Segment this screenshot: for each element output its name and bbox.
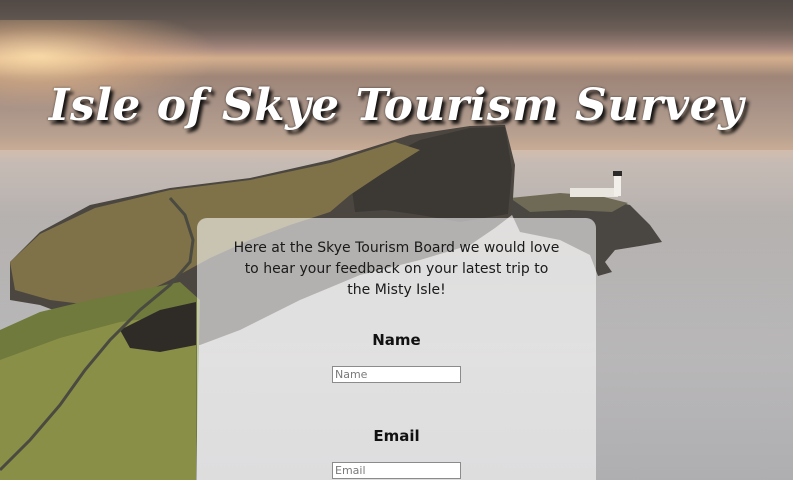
email-label: Email [373,427,420,445]
page-title: Isle of Skye Tourism Survey [48,80,745,131]
survey-form: Here at the Skye Tourism Board we would … [197,218,596,480]
name-label: Name [372,331,421,349]
lighthouse-building [570,188,618,197]
lighthouse-tower [614,174,621,196]
name-input[interactable] [332,366,461,383]
intro-text: Here at the Skye Tourism Board we would … [233,240,560,298]
lighthouse-lamp [613,171,622,176]
email-input[interactable] [332,462,461,479]
